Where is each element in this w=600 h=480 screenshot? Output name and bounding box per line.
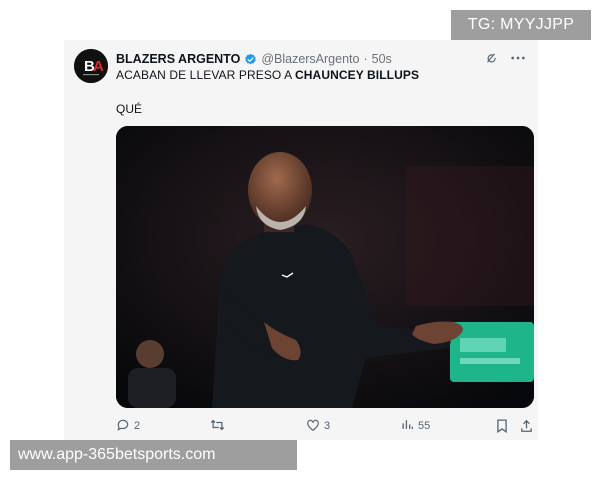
website-watermark: www.app-365betsports.com bbox=[10, 440, 297, 470]
background-screen bbox=[450, 322, 534, 382]
handle[interactable]: @BlazersArgento bbox=[261, 52, 359, 66]
tweet-text-bold[interactable]: CHAUNCEY BILLUPS bbox=[295, 68, 419, 82]
repost-button[interactable] bbox=[210, 418, 229, 434]
telegram-watermark: TG: MYYJJPP bbox=[451, 10, 591, 40]
tweet-text: ACABAN DE LLEVAR PRESO A CHAUNCEY BILLUP… bbox=[116, 68, 419, 82]
reply-icon bbox=[116, 418, 130, 435]
separator: · bbox=[363, 52, 368, 66]
grok-icon[interactable] bbox=[484, 51, 498, 68]
reply-button[interactable]: 2 bbox=[116, 418, 140, 434]
tweet-media-photo[interactable] bbox=[116, 126, 534, 408]
tweet-text-prefix: ACABAN DE LLEVAR PRESO A bbox=[116, 68, 296, 82]
bookmark-icon[interactable] bbox=[496, 418, 508, 434]
like-count: 3 bbox=[324, 420, 331, 432]
display-name[interactable]: BLAZERS ARGENTO bbox=[116, 52, 240, 66]
views-count: 55 bbox=[418, 420, 431, 432]
share-icon[interactable] bbox=[520, 418, 533, 434]
repost-icon bbox=[210, 418, 225, 435]
views-icon bbox=[401, 418, 414, 434]
timestamp[interactable]: 50s bbox=[372, 52, 392, 66]
like-button[interactable]: 3 bbox=[306, 418, 330, 434]
avatar-logo: B A bbox=[74, 49, 108, 83]
views-button[interactable]: 55 bbox=[401, 418, 430, 434]
avatar-logo-a: A bbox=[93, 58, 104, 75]
like-icon bbox=[306, 418, 320, 435]
tweet-header: BLAZERS ARGENTO @BlazersArgento · 50s bbox=[116, 52, 526, 66]
avatar[interactable]: B A bbox=[74, 49, 108, 83]
more-icon[interactable] bbox=[510, 51, 526, 68]
tweet-actions: 2 3 55 bbox=[116, 418, 536, 434]
reply-count: 2 bbox=[134, 420, 141, 432]
tweet-text-line2: QUÉ bbox=[116, 102, 143, 116]
verified-badge-icon bbox=[244, 53, 257, 66]
